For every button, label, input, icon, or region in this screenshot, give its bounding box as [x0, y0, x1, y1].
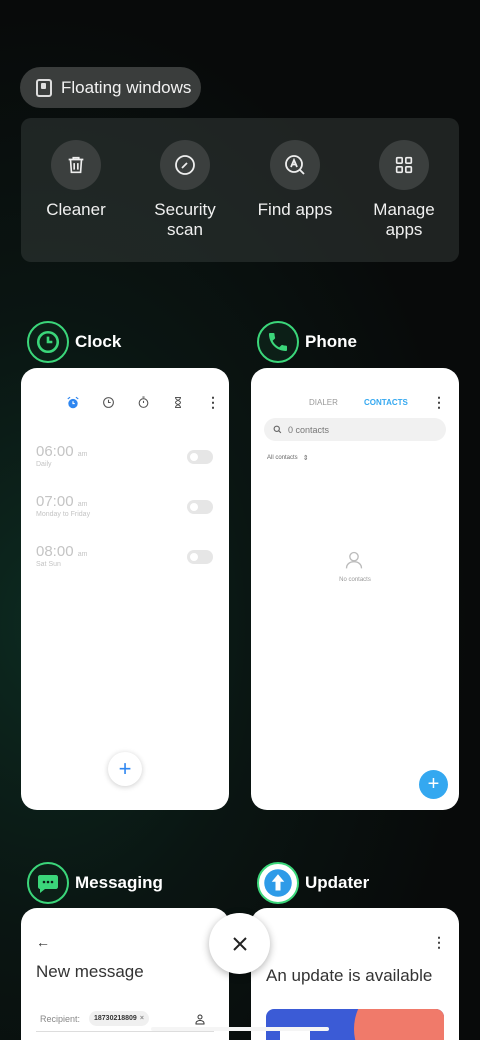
clock-app-icon — [27, 321, 69, 363]
alarm-repeat: Monday to Friday — [36, 511, 91, 518]
updater-app-name: Updater — [305, 873, 370, 892]
close-icon — [232, 936, 247, 951]
person-icon — [344, 550, 364, 575]
alarm-time: 08:00 — [36, 543, 74, 560]
cleaner-label: Cleaner — [46, 200, 106, 219]
contacts-filter-label: All contacts — [267, 455, 298, 461]
more-options-icon[interactable]: ⋮ — [432, 934, 446, 951]
recipient-chip[interactable]: 18730218809 × — [89, 1011, 149, 1026]
remove-chip-icon[interactable]: × — [140, 1015, 144, 1022]
clock-app-header[interactable]: Clock — [27, 321, 121, 363]
search-placeholder: 0 contacts — [288, 424, 330, 435]
alarm-toggle[interactable] — [187, 550, 213, 564]
recipient-label: Recipient: — [40, 1014, 81, 1024]
divider — [36, 1031, 214, 1032]
alarm-repeat: Sat Sun — [36, 561, 61, 568]
alarm-time: 07:00 — [36, 493, 74, 510]
messaging-app-header[interactable]: Messaging — [27, 862, 163, 904]
more-options-icon[interactable]: ⋮ — [432, 394, 446, 411]
floating-window-icon — [36, 78, 52, 97]
trash-icon — [51, 140, 101, 190]
manage-apps-button[interactable]: Manage apps — [354, 140, 454, 240]
grid-icon — [379, 140, 429, 190]
tab-contacts[interactable]: CONTACTS — [364, 398, 408, 407]
update-banner-image — [266, 1009, 444, 1040]
alarm-time: 06:00 — [36, 443, 74, 460]
tab-dialer[interactable]: DIALER — [309, 398, 338, 407]
messaging-app-name: Messaging — [75, 873, 163, 892]
phone-app-name: Phone — [305, 332, 357, 351]
alarm-repeat: Daily — [36, 461, 52, 468]
chevron-updown-icon: ⇕ — [302, 455, 309, 462]
alarm-toggle[interactable] — [187, 500, 213, 514]
contacts-filter-dropdown[interactable]: All contacts ⇕ — [267, 454, 309, 462]
find-apps-icon — [270, 140, 320, 190]
find-apps-button[interactable]: Find apps — [245, 140, 345, 220]
close-all-button[interactable] — [209, 913, 270, 974]
alarm-item[interactable]: 07:00 am Monday to Friday — [36, 493, 90, 518]
new-message-title: New message — [36, 962, 144, 981]
security-scan-button[interactable]: Security scan — [135, 140, 235, 240]
quick-actions-panel: Cleaner Security scan Find apps Manage a… — [21, 118, 459, 262]
cleaner-button[interactable]: Cleaner — [26, 140, 126, 220]
phone-app-card[interactable]: DIALER CONTACTS ⋮ 0 contacts All contact… — [251, 368, 459, 810]
manage-apps-label: Manage apps — [373, 200, 435, 239]
clock-app-name: Clock — [75, 332, 122, 351]
add-alarm-button[interactable]: + — [108, 752, 142, 786]
alarm-toggle[interactable] — [187, 450, 213, 464]
back-arrow-icon[interactable]: ← — [36, 934, 50, 950]
alarm-item[interactable]: 06:00 am Daily — [36, 443, 87, 468]
stopwatch-icon[interactable] — [137, 396, 150, 409]
clock-app-card[interactable]: ⋮ 06:00 am Daily 07:00 am Monday to Frid… — [21, 368, 229, 810]
phone-app-icon — [257, 321, 299, 363]
home-indicator[interactable] — [151, 1027, 329, 1031]
floating-windows-button[interactable]: Floating windows — [20, 67, 201, 108]
recipient-chip-number: 18730218809 — [94, 1015, 137, 1022]
updater-app-card[interactable]: ⋮ An update is available — [251, 908, 459, 1040]
timer-icon[interactable] — [172, 396, 184, 409]
security-scan-label: Security scan — [154, 200, 216, 239]
more-options-icon[interactable]: ⋮ — [206, 394, 220, 411]
alarm-ampm: am — [77, 551, 88, 558]
empty-state-text: No contacts — [339, 577, 371, 583]
alarm-icon[interactable] — [66, 396, 80, 410]
phone-app-header[interactable]: Phone — [257, 321, 357, 363]
messaging-app-icon — [27, 862, 69, 904]
updater-app-icon — [257, 862, 299, 904]
security-scan-icon — [160, 140, 210, 190]
updater-app-header[interactable]: Updater — [257, 862, 369, 904]
clock-toolbar: ⋮ — [66, 394, 220, 411]
update-title: An update is available — [266, 966, 433, 985]
world-clock-icon[interactable] — [102, 396, 115, 409]
add-contact-button[interactable]: + — [419, 770, 448, 799]
alarm-ampm: am — [77, 451, 88, 458]
alarm-item[interactable]: 08:00 am Sat Sun — [36, 543, 87, 568]
contacts-search-input[interactable]: 0 contacts — [264, 418, 446, 441]
alarm-ampm: am — [77, 501, 88, 508]
find-apps-label: Find apps — [257, 200, 333, 219]
floating-windows-label: Floating windows — [61, 77, 192, 97]
messaging-app-card[interactable]: ← New message Recipient: 18730218809 × — [21, 908, 229, 1040]
search-icon — [273, 425, 282, 434]
